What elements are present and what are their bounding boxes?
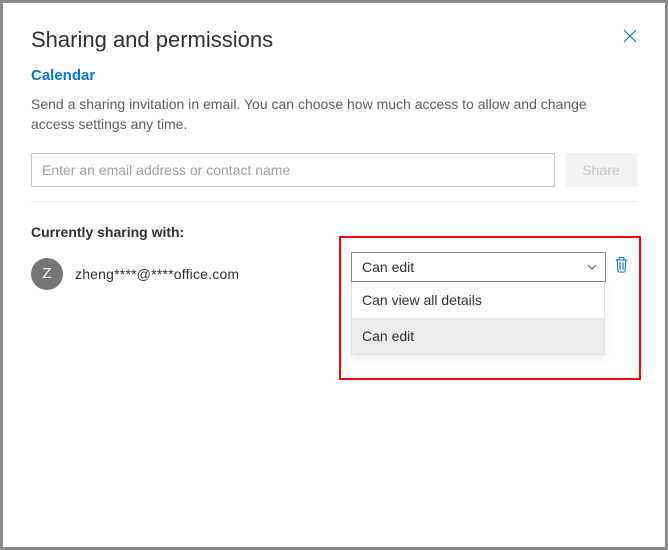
close-icon[interactable] [623,29,637,47]
permission-select[interactable]: Can edit [351,252,606,282]
avatar: Z [31,258,63,290]
sharing-entry: Z zheng****@****office.com Can edit [31,258,637,290]
divider [31,201,637,202]
header-row: Sharing and permissions [31,21,637,67]
permission-selected-label: Can edit [362,259,414,275]
permission-highlight-box: Can edit Can view all details Can edit [339,236,641,380]
share-button[interactable]: Share [565,153,637,187]
permission-select-row: Can edit [351,252,629,282]
calendar-name[interactable]: Calendar [31,67,637,84]
dialog-frame: Sharing and permissions Calendar Send a … [0,0,668,550]
invite-row: Share [31,153,637,187]
email-input[interactable] [31,153,555,187]
dialog-title: Sharing and permissions [31,27,273,53]
permission-dropdown: Can view all details Can edit [351,282,605,355]
calendar-description: Send a sharing invitation in email. You … [31,94,631,135]
avatar-initial: Z [42,265,51,282]
chevron-down-icon [587,261,597,273]
contact-email: zheng****@****office.com [75,266,239,282]
permission-option-can-edit[interactable]: Can edit [352,318,604,354]
dialog-content: Sharing and permissions Calendar Send a … [3,3,665,290]
remove-share-button[interactable] [614,256,629,278]
permission-option-view-all[interactable]: Can view all details [352,282,604,318]
